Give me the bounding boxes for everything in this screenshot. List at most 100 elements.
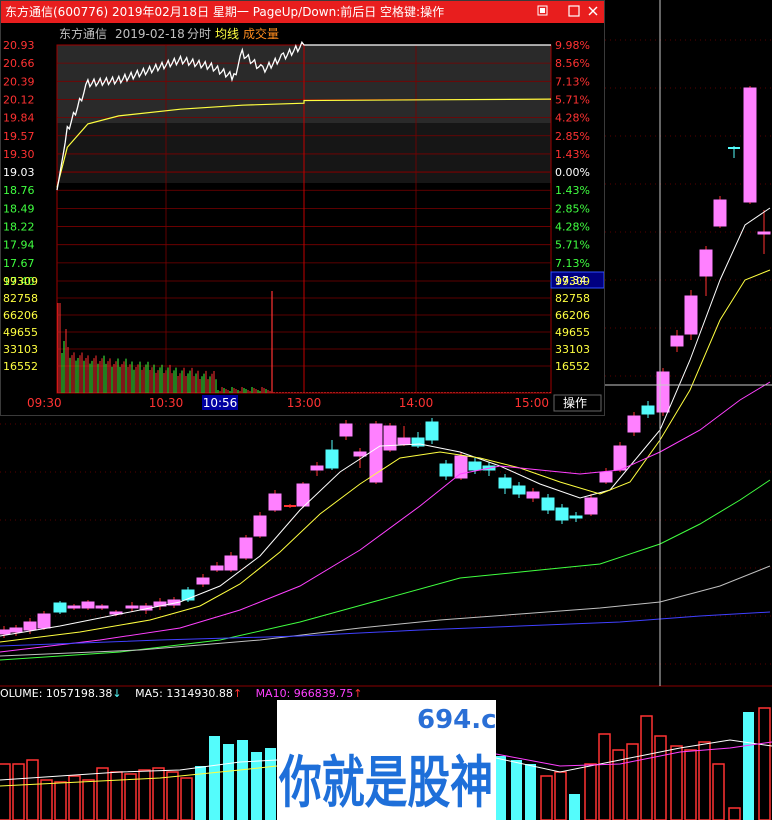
volume-label: 33103 [3, 343, 38, 356]
candle-body [325, 449, 339, 469]
close-icon[interactable] [585, 4, 601, 20]
volume-bar [569, 794, 580, 820]
ma30-line [0, 479, 771, 661]
candle-body [584, 497, 598, 515]
popup-date: 2019-02-18 [115, 27, 185, 41]
volume-label: 99309 [3, 275, 38, 288]
ma120-line [0, 611, 771, 647]
percent-label: 2.85% [555, 202, 590, 215]
candle-body [656, 371, 670, 413]
maximize-icon[interactable] [566, 4, 582, 20]
volume-bar [0, 763, 11, 820]
price-label: 19.30 [3, 148, 35, 161]
percent-label: 1.43% [555, 148, 590, 161]
popup-titlebar[interactable]: 东方通信(600776) 2019年02月18日 星期一 PageUp/Down… [1, 1, 604, 23]
volume-bar [728, 807, 741, 820]
candle-body [253, 515, 267, 537]
candle-body [0, 629, 11, 635]
candle-body [353, 451, 367, 457]
percent-label: 7.13% [555, 75, 590, 88]
watermark-text: 你就是股神 [278, 751, 493, 816]
time-label: 15:00 [514, 396, 549, 410]
candle-body [743, 87, 757, 203]
volume-value: OLUME: 1057198.38 [0, 687, 113, 700]
volume-ma10-line [495, 741, 772, 767]
candle-body [454, 455, 468, 479]
percent-label: 7.13% [555, 257, 590, 270]
time-label: 13:00 [287, 396, 322, 410]
volume-bar [670, 745, 683, 820]
volume-label: 33103 [555, 343, 590, 356]
volume-bar [584, 763, 597, 820]
volume-bar [654, 735, 667, 820]
volume-bar [495, 756, 506, 820]
popup-stock-name: 东方通信 [59, 26, 107, 41]
percent-label: 9.98% [555, 39, 590, 52]
time-label: 14:00 [399, 396, 434, 410]
candle-body [239, 537, 253, 559]
volume-bar [124, 773, 137, 820]
percent-label: 2.85% [555, 130, 590, 143]
intraday-popup-window[interactable]: 东方通信(600776) 2019年02月18日 星期一 PageUp/Down… [0, 0, 605, 416]
volume-bar [12, 763, 25, 820]
volume-label: 16552 [3, 360, 38, 373]
volume-label: 82758 [3, 292, 38, 305]
candle-body [196, 577, 210, 585]
candle-body [641, 405, 655, 415]
candle-body [210, 565, 224, 571]
volume-bar [598, 733, 611, 820]
volume-bar [54, 781, 67, 820]
intraday-chart[interactable]: 东方通信 2019-02-18 分时 均线 成交量 20.93 20.66 20.39 20.1… [1, 23, 604, 415]
down-arrow-icon: ↓ [112, 687, 122, 700]
volume-bar [152, 767, 165, 820]
candle-body [67, 605, 81, 609]
candle-body [498, 477, 512, 489]
price-label: 19.03 [3, 166, 35, 179]
candle-body [439, 463, 453, 477]
volume-bar [712, 763, 725, 820]
volume-bar [640, 715, 653, 820]
percent-label: 5.71% [555, 93, 590, 106]
volume-bar [698, 741, 711, 820]
percent-label: 4.28% [555, 112, 590, 125]
candle-body [670, 335, 684, 347]
volume-bar [180, 777, 193, 820]
up-arrow-icon: ↑ [353, 687, 363, 700]
watermark-url: 694.cn [417, 705, 496, 735]
restore-icon[interactable] [534, 4, 550, 20]
volume-bar [138, 769, 151, 820]
time-label: 09:30 [27, 396, 62, 410]
candle-body [512, 485, 526, 495]
candle-body [599, 471, 613, 483]
candle-body [555, 507, 569, 521]
volume-label: 66206 [3, 309, 38, 322]
candle-body [37, 613, 51, 629]
volume-label: 49655 [555, 326, 590, 339]
candle-body [95, 605, 109, 609]
price-label: 18.49 [3, 202, 35, 215]
popup-avg-label: 均线 [215, 27, 239, 41]
percent-label: 8.56% [555, 57, 590, 70]
candle-body [526, 491, 540, 499]
percent-label: 0.00% [555, 166, 590, 179]
volume-bar [40, 779, 53, 820]
percent-label: 1.43% [555, 184, 590, 197]
candle-body [310, 465, 324, 471]
volume-bar [26, 759, 39, 820]
candle-body [713, 199, 727, 227]
candle-body [757, 231, 771, 235]
price-label: 17.94 [3, 239, 35, 252]
price-label: 20.66 [3, 57, 35, 70]
candle-body [627, 415, 641, 433]
candle-body [397, 437, 411, 445]
candle-body [53, 602, 67, 613]
up-arrow-icon: ↑ [232, 687, 243, 700]
candle-body [425, 421, 439, 441]
volume-label: 16552 [555, 360, 590, 373]
volume-label: 49655 [3, 326, 38, 339]
volume-bar [540, 775, 553, 820]
price-label: 19.57 [3, 130, 35, 143]
volume-bar [223, 744, 234, 820]
percent-label: 5.71% [555, 239, 590, 252]
candle-body [268, 493, 282, 511]
